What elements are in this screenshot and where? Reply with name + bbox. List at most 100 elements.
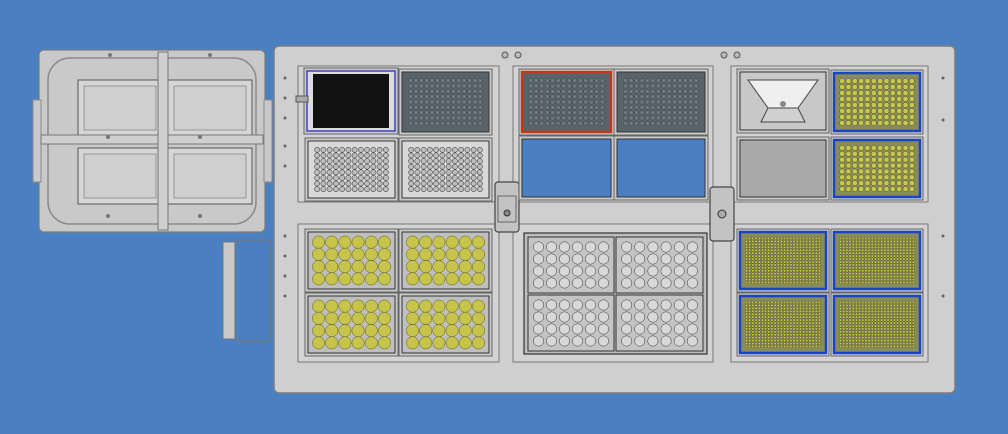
- tip: [792, 254, 796, 258]
- tip: [886, 248, 890, 252]
- tip: [817, 315, 821, 319]
- tip: [889, 242, 893, 246]
- tip: [892, 324, 896, 328]
- tip: [808, 239, 812, 243]
- plate-well: [528, 104, 534, 110]
- tip: [798, 236, 802, 240]
- plate-well: [452, 186, 458, 193]
- plate-well: [623, 115, 629, 121]
- plate-well: [528, 120, 534, 126]
- rack-hole: [546, 265, 557, 277]
- tip: [839, 263, 843, 267]
- tube: [377, 272, 391, 286]
- plate-well: [477, 83, 483, 89]
- tube: [325, 324, 339, 338]
- tip: [905, 260, 909, 264]
- tip: [839, 345, 843, 349]
- tip: [773, 272, 777, 276]
- tube: [364, 260, 378, 274]
- tip: [764, 324, 768, 328]
- plate-well: [351, 158, 358, 164]
- tip: [880, 278, 884, 282]
- rack-hole: [533, 335, 544, 347]
- plate-well: [555, 104, 561, 110]
- tip: [858, 84, 865, 90]
- tube: [471, 235, 485, 249]
- tip: [883, 114, 890, 120]
- tip: [776, 242, 780, 246]
- tip: [899, 327, 903, 331]
- tip: [770, 257, 774, 261]
- tip: [871, 168, 877, 175]
- tip: [905, 275, 909, 279]
- plate-well: [408, 94, 414, 100]
- tip: [767, 330, 771, 334]
- tip: [789, 306, 793, 310]
- tip: [896, 315, 900, 319]
- tip: [789, 272, 793, 276]
- tip: [748, 278, 752, 282]
- tip: [845, 114, 852, 120]
- tip: [902, 156, 909, 163]
- tip: [864, 336, 868, 340]
- tip: [786, 327, 790, 331]
- deck-screw: [514, 51, 522, 59]
- tip: [886, 333, 890, 337]
- tip: [905, 248, 909, 252]
- tip: [776, 254, 780, 258]
- plate-well: [383, 175, 389, 181]
- tip: [889, 272, 893, 276]
- plate-well: [408, 104, 414, 110]
- plate-well: [533, 94, 539, 100]
- tip: [873, 275, 877, 279]
- plate-well: [661, 104, 667, 110]
- tip: [851, 336, 855, 340]
- tip: [845, 269, 849, 273]
- plate-well: [650, 78, 656, 84]
- plate-well: [677, 104, 683, 110]
- tip: [845, 180, 852, 186]
- tip: [757, 266, 761, 270]
- tip: [909, 145, 915, 151]
- plate-well: [623, 88, 629, 94]
- plate-well: [419, 99, 424, 105]
- tip: [902, 186, 909, 192]
- tip: [748, 251, 752, 255]
- plate-well: [413, 120, 419, 126]
- tip: [802, 303, 806, 307]
- plate-well: [650, 94, 656, 100]
- tip: [805, 306, 809, 310]
- tip: [814, 248, 818, 252]
- plate-well: [628, 78, 634, 84]
- tip: [911, 339, 915, 343]
- plate-well: [339, 152, 345, 159]
- tip: [902, 312, 906, 316]
- tip: [873, 245, 877, 249]
- tip: [783, 342, 787, 346]
- tip: [767, 245, 771, 249]
- tip: [764, 242, 768, 246]
- tip: [899, 312, 903, 316]
- tip: [839, 278, 843, 282]
- tip: [854, 321, 858, 325]
- tip: [767, 272, 771, 276]
- tip: [867, 342, 871, 346]
- tip: [908, 90, 915, 96]
- plate-well: [583, 120, 589, 126]
- tip: [748, 263, 752, 267]
- tip: [779, 251, 783, 255]
- tip: [798, 251, 802, 255]
- tip: [757, 318, 761, 322]
- tip: [845, 263, 849, 267]
- tip: [842, 300, 846, 304]
- tip: [748, 236, 752, 240]
- tip: [754, 339, 758, 343]
- tube: [351, 324, 365, 338]
- plate-well: [445, 94, 451, 100]
- tip: [905, 245, 909, 249]
- tip: [848, 278, 852, 282]
- deck-hole: [283, 76, 287, 80]
- tip: [795, 272, 799, 276]
- tip: [899, 339, 903, 343]
- tip: [786, 312, 790, 316]
